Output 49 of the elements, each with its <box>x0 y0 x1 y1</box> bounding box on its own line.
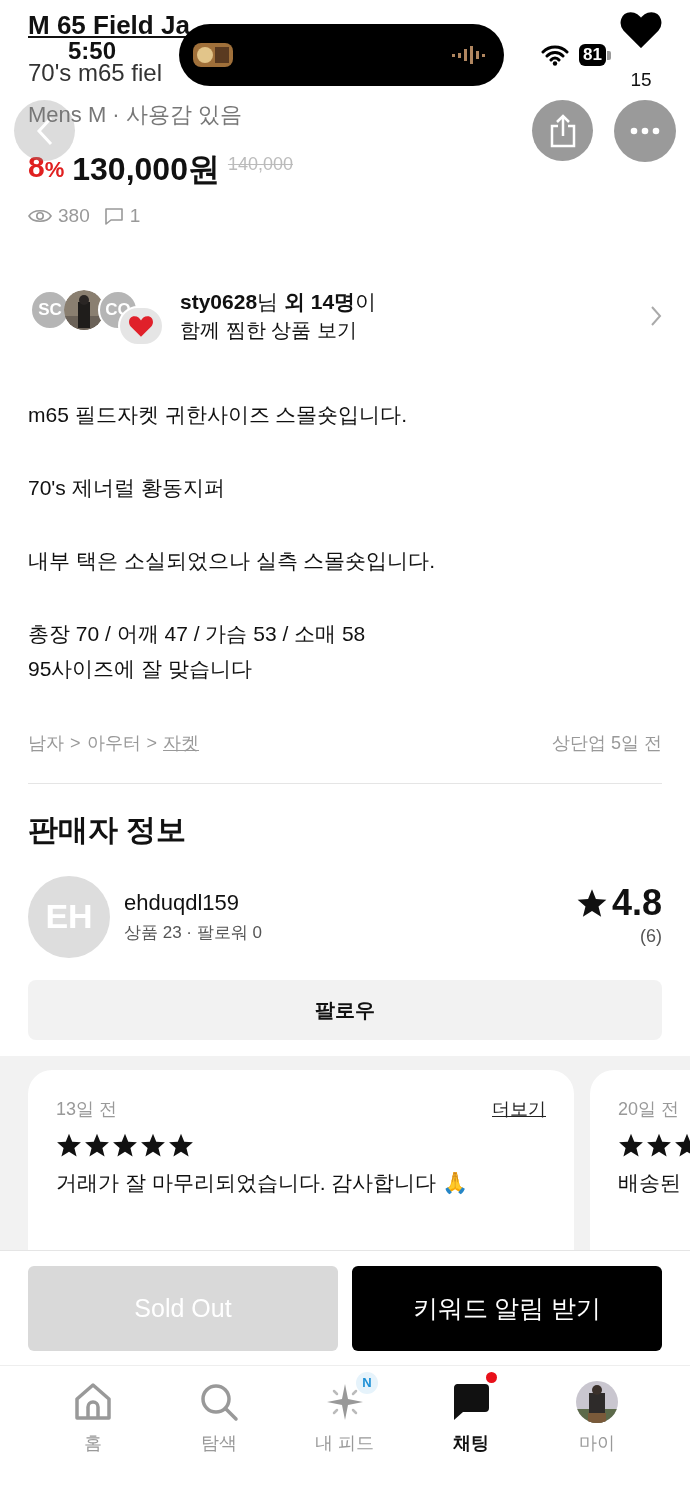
keyword-alert-button[interactable]: 키워드 알림 받기 <box>352 1266 662 1351</box>
seller-name: ehduqdl159 <box>124 888 239 917</box>
price: 130,000원 <box>72 150 220 188</box>
follow-button[interactable]: 팔로우 <box>28 979 662 1040</box>
original-price: 140,000 <box>227 153 293 176</box>
wifi-icon <box>541 44 569 66</box>
seller-rating: 4.8 <box>611 883 662 923</box>
updated-time: 상단업 5일 전 <box>552 731 662 755</box>
section-heading: 판매자 정보 <box>27 811 188 848</box>
description-paragraph: m65 필드자켓 귀한사이즈 스몰숏입니다. <box>28 401 408 428</box>
heart-icon[interactable] <box>620 10 662 48</box>
view-count: 380 <box>58 204 90 228</box>
discount-percent: 8% <box>28 149 65 185</box>
tab-item[interactable]: 채팅 <box>426 1372 516 1457</box>
description-paragraph: 총장 70 / 어깨 47 / 가슴 53 / 소매 58 95사이즈에 잘 맞습니다 <box>28 620 366 682</box>
category-link[interactable]: 남자 <box>28 729 64 757</box>
wishlist-users-text: sty0628님 외 14명이 <box>180 288 377 315</box>
product-subtitle: 70's m65 fiel <box>28 60 162 86</box>
comment-icon <box>103 207 124 226</box>
breadcrumb-separator: > <box>70 731 81 755</box>
wishlist-count: 15 <box>630 68 652 92</box>
review-date: 20일 전 <box>618 1097 680 1121</box>
tab-item[interactable]: 탐색 <box>174 1372 264 1457</box>
rating-count: (6) <box>640 925 662 948</box>
eye-icon <box>28 208 52 225</box>
tab-item[interactable]: 마이 <box>552 1372 642 1457</box>
product-title: M 65 Field Ja <box>28 9 190 42</box>
wishlist-link-text: 함께 찜한 상품 보기 <box>180 317 357 343</box>
description-paragraph: 70's 제너럴 황동지퍼 <box>28 474 225 501</box>
tab-item[interactable]: 홈 <box>48 1372 138 1457</box>
category-link[interactable]: 자켓 <box>163 729 200 757</box>
seller-stats: 상품 23 · 팔로워 0 <box>124 921 262 944</box>
review-date: 13일 전 <box>56 1097 118 1121</box>
tab-item[interactable]: N 내 피드 <box>300 1372 390 1457</box>
share-button[interactable] <box>532 100 593 161</box>
review-text: 배송된 <box>618 1169 681 1196</box>
more-icon <box>630 127 660 135</box>
new-badge: N <box>356 1372 378 1394</box>
review-text: 거래가 잘 마무리되었습니다. 감사합니다 🙏 <box>56 1169 469 1196</box>
product-meta: Mens M · 사용감 있음 <box>28 101 242 129</box>
breadcrumb-separator: > <box>146 731 158 755</box>
category-link[interactable]: 아우터 <box>86 729 141 757</box>
profile-avatar <box>576 1380 618 1424</box>
more-link[interactable]: 더보기 <box>492 1095 546 1123</box>
description-paragraph: 내부 택은 소실되었으나 실측 스몰숏입니다. <box>28 547 436 574</box>
chevron-right-icon <box>650 304 662 327</box>
comment-count: 1 <box>129 204 141 228</box>
status-time: 5:50 <box>68 40 117 62</box>
battery-level: 81 <box>579 44 606 66</box>
